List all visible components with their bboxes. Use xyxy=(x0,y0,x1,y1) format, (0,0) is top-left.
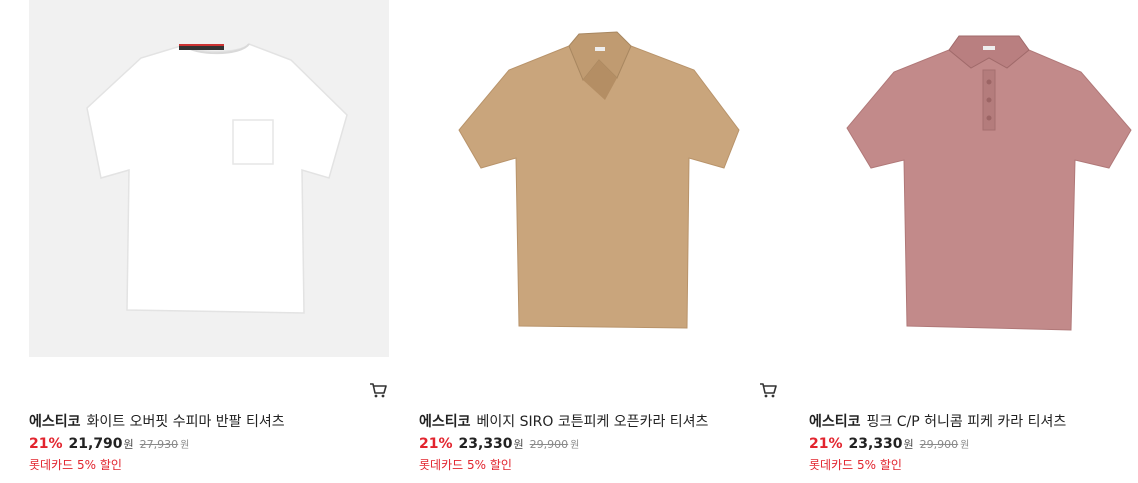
product-title[interactable]: 에스티코 화이트 오버핏 수피마 반팔 티셔츠 xyxy=(29,411,285,431)
product-image[interactable] xyxy=(29,0,389,357)
product-card[interactable]: 에스티코 베이지 SIRO 코튼피케 오픈카라 티셔츠 21% 23,330원 29,… xyxy=(419,0,779,472)
brand-name: 에스티코 xyxy=(29,414,81,430)
product-title[interactable]: 에스티코 핑크 C/P 허니콤 피케 카라 티셔츠 xyxy=(809,411,1066,431)
price-row: 21% 21,790원 27,930 원 xyxy=(29,436,189,452)
original-price: 29,900 xyxy=(529,438,569,451)
cart-icon xyxy=(760,383,777,398)
pink-polo-image xyxy=(846,35,1132,331)
original-price: 29,900 xyxy=(919,438,959,451)
original-currency-unit: 원 xyxy=(570,440,580,451)
price-row: 21% 23,330원 29,900 원 xyxy=(809,436,969,452)
product-name: 화이트 오버핏 수피마 반팔 티셔츠 xyxy=(86,414,285,430)
original-currency-unit: 원 xyxy=(960,440,970,451)
cart-icon xyxy=(370,383,387,398)
sale-price: 23,330 xyxy=(848,436,903,452)
beige-polo-image xyxy=(458,31,740,329)
sale-price: 21,790 xyxy=(68,436,123,452)
product-image[interactable] xyxy=(419,0,779,357)
product-card[interactable]: 에스티코 화이트 오버핏 수피마 반팔 티셔츠 21% 21,790원 27,930 원… xyxy=(29,0,389,472)
price-row: 21% 23,330원 29,900 원 xyxy=(419,436,579,452)
discount-rate: 21% xyxy=(29,436,63,452)
card-promo: 롯데카드 5% 할인 xyxy=(29,458,122,472)
add-to-cart-button[interactable] xyxy=(759,382,777,398)
discount-rate: 21% xyxy=(809,436,843,452)
product-title[interactable]: 에스티코 베이지 SIRO 코튼피케 오픈카라 티셔츠 xyxy=(419,411,708,431)
product-name: 베이지 SIRO 코튼피케 오픈카라 티셔츠 xyxy=(476,414,709,430)
white-tshirt-image xyxy=(86,43,348,314)
sale-price: 23,330 xyxy=(458,436,513,452)
product-image[interactable] xyxy=(809,0,1138,357)
card-promo: 롯데카드 5% 할인 xyxy=(809,458,902,472)
brand-name: 에스티코 xyxy=(809,414,861,430)
add-to-cart-button[interactable] xyxy=(369,382,387,398)
currency-unit: 원 xyxy=(903,438,914,451)
original-price: 27,930 xyxy=(139,438,179,451)
product-card[interactable]: 에스티코 핑크 C/P 허니콤 피케 카라 티셔츠 21% 23,330원 29,90… xyxy=(809,0,1138,472)
card-promo: 롯데카드 5% 할인 xyxy=(419,458,512,472)
product-name: 핑크 C/P 허니콤 피케 카라 티셔츠 xyxy=(866,414,1067,430)
brand-name: 에스티코 xyxy=(419,414,471,430)
original-currency-unit: 원 xyxy=(180,440,190,451)
currency-unit: 원 xyxy=(513,438,524,451)
discount-rate: 21% xyxy=(419,436,453,452)
currency-unit: 원 xyxy=(123,438,134,451)
